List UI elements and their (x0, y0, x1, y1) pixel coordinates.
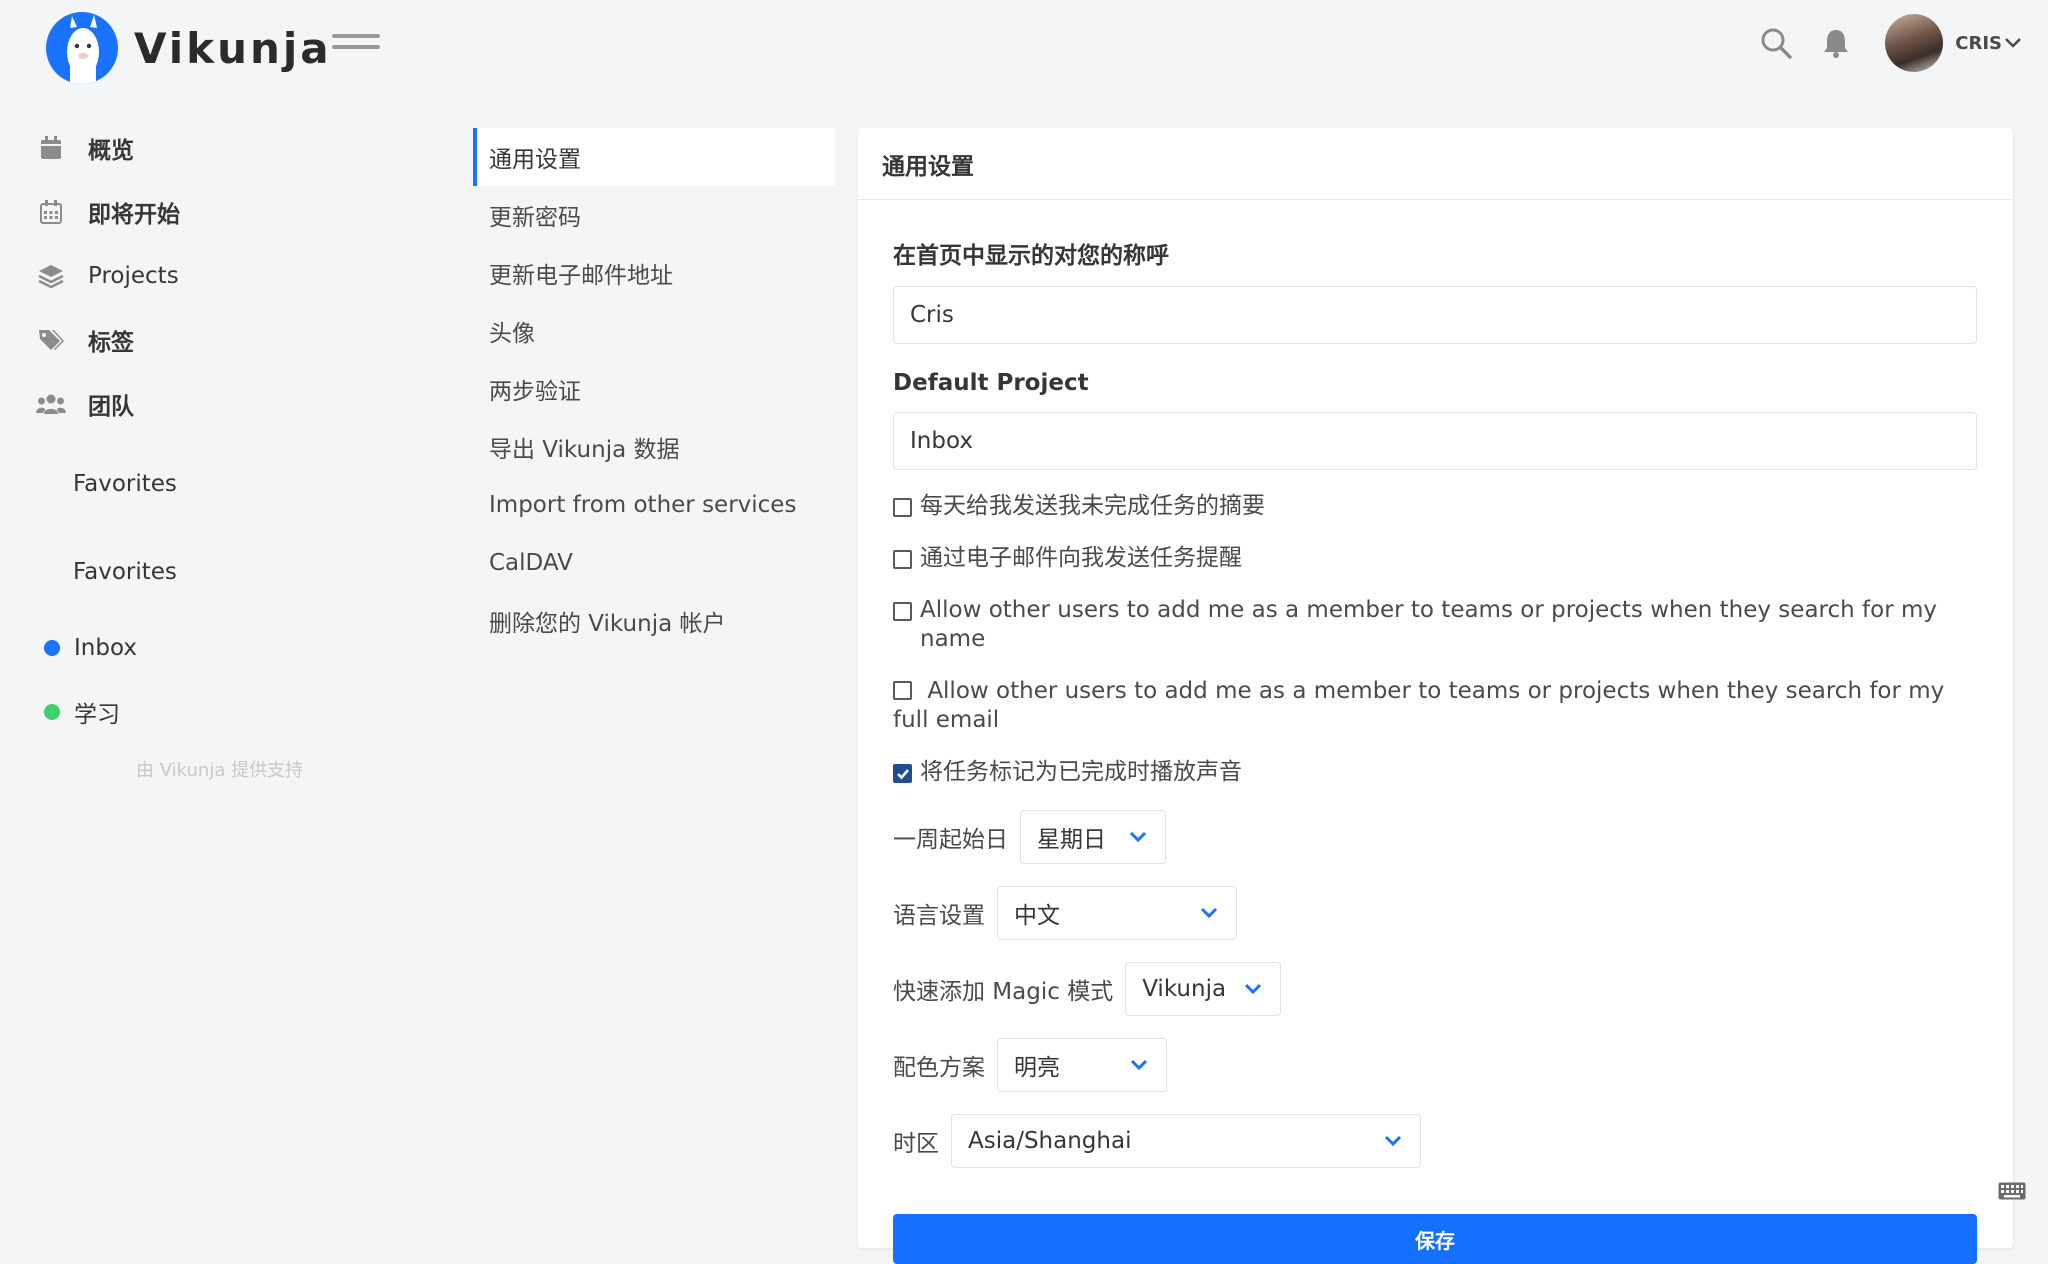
chevron-down-icon (1129, 831, 1147, 843)
header-actions: CRIS (1759, 14, 2022, 72)
project-label: Inbox (74, 635, 137, 661)
checkbox-daily-summary[interactable]: 每天给我发送我未完成任务的摘要 (893, 492, 1978, 521)
settings-nav-export[interactable]: 导出 Vikunja 数据 (473, 418, 835, 476)
bell-icon[interactable] (1819, 26, 1853, 60)
color-scheme-select[interactable]: 明亮 (997, 1038, 1167, 1092)
color-scheme-label: 配色方案 (893, 1055, 985, 1081)
display-name-label: 在首页中显示的对您的称呼 (893, 243, 1169, 269)
color-scheme-row: 配色方案 明亮 (893, 1038, 1978, 1092)
favorites-label: Favorites (73, 471, 177, 497)
project-item-inbox[interactable]: Inbox (36, 616, 416, 680)
checkbox-email-reminders[interactable]: 通过电子邮件向我发送任务提醒 (893, 544, 1978, 573)
search-icon[interactable] (1759, 26, 1793, 60)
checkbox-label: 每天给我发送我未完成任务的摘要 (920, 493, 1265, 519)
sidebar-item-label: 概览 (88, 138, 134, 164)
settings-nav: 通用设置 更新密码 更新电子邮件地址 头像 两步验证 导出 Vikunja 数据… (473, 128, 835, 650)
calendar-icon (36, 133, 66, 163)
sidebar-item-label: 团队 (88, 394, 134, 420)
settings-nav-password[interactable]: 更新密码 (473, 186, 835, 244)
default-project-label: Default Project (893, 370, 1089, 396)
checkbox-label: 将任务标记为已完成时播放声音 (920, 759, 1242, 785)
checkbox[interactable] (893, 764, 912, 783)
select-value: 中文 (1014, 903, 1060, 929)
tags-icon (36, 325, 66, 355)
top-bar: Vikunja CRIS (0, 0, 2048, 92)
settings-nav-import[interactable]: Import from other services (473, 476, 835, 534)
chevron-down-icon (1245, 983, 1262, 995)
project-color-dot (44, 640, 60, 656)
checkbox-discoverable-by-name[interactable]: Allow other users to add me as a member … (893, 596, 1978, 654)
quick-add-label: 快速添加 Magic 模式 (893, 979, 1114, 1005)
default-project-input[interactable] (893, 412, 1977, 470)
select-value: Asia/Shanghai (968, 1128, 1132, 1154)
layers-icon (36, 261, 66, 291)
favorites-project[interactable]: Favorites (36, 528, 416, 616)
menu-toggle-icon[interactable] (332, 34, 380, 56)
sidebar-item-label: 即将开始 (88, 202, 180, 228)
select-value: 明亮 (1014, 1055, 1060, 1081)
checkbox[interactable] (893, 681, 912, 700)
quick-add-row: 快速添加 Magic 模式 Vikunja (893, 962, 1978, 1016)
language-row: 语言设置 中文 (893, 886, 1978, 940)
timezone-row: 时区 Asia/Shanghai (893, 1114, 1978, 1168)
sidebar-item-labels[interactable]: 标签 (36, 308, 416, 372)
language-label: 语言设置 (893, 903, 985, 929)
sidebar-item-label: Projects (88, 263, 179, 289)
users-icon (36, 389, 66, 419)
language-select[interactable]: 中文 (997, 886, 1237, 940)
timezone-select[interactable]: Asia/Shanghai (951, 1114, 1421, 1168)
checkbox[interactable] (893, 498, 912, 517)
sidebar-item-upcoming[interactable]: 即将开始 (36, 180, 416, 244)
checkbox-label: Allow other users to add me as a member … (893, 678, 1945, 733)
chevron-down-icon (1384, 1135, 1402, 1147)
timezone-label: 时区 (893, 1131, 939, 1157)
settings-nav-delete-account[interactable]: 删除您的 Vikunja 帐户 (473, 592, 835, 650)
logo[interactable]: Vikunja (46, 12, 332, 84)
chevron-down-icon (2005, 38, 2021, 48)
card-title: 通用设置 (858, 128, 2013, 200)
user-name: CRIS (1955, 32, 2002, 54)
sidebar-item-label: 标签 (88, 330, 134, 356)
llama-logo-icon (46, 12, 118, 84)
avatar[interactable] (1885, 14, 1944, 72)
week-start-label: 一周起始日 (893, 827, 1008, 853)
sidebar-item-overview[interactable]: 概览 (36, 116, 416, 180)
select-value: 星期日 (1037, 827, 1106, 853)
card-body: 在首页中显示的对您的称呼 Default Project 每天给我发送我未完成任… (858, 200, 2013, 1264)
project-color-dot (44, 704, 60, 720)
favorites-section[interactable]: Favorites (36, 440, 416, 528)
quick-add-select[interactable]: Vikunja (1125, 962, 1282, 1016)
checkbox[interactable] (893, 550, 912, 569)
sidebar-item-teams[interactable]: 团队 (36, 372, 416, 436)
chevron-down-icon (1130, 1059, 1148, 1071)
sidebar-item-projects[interactable]: Projects (36, 244, 416, 308)
settings-nav-avatar[interactable]: 头像 (473, 302, 835, 360)
powered-by: 由 Vikunja 提供支持 (136, 760, 304, 781)
settings-nav-general[interactable]: 通用设置 (473, 128, 835, 186)
display-name-input[interactable] (893, 286, 1977, 344)
settings-nav-two-factor[interactable]: 两步验证 (473, 360, 835, 418)
chevron-down-icon (1200, 907, 1218, 919)
sidebar: 概览 即将开始 Projects 标签 团队 Favorites Favorit… (36, 116, 416, 782)
calendar-grid-icon (36, 197, 66, 227)
settings-nav-caldav[interactable]: CalDAV (473, 534, 835, 592)
checkbox-label: 通过电子邮件向我发送任务提醒 (920, 545, 1242, 571)
project-item-study[interactable]: 学习 (36, 680, 416, 744)
general-settings-card: 通用设置 在首页中显示的对您的称呼 Default Project 每天给我发送… (858, 128, 2013, 1264)
keyboard-icon[interactable] (1998, 1182, 2026, 1200)
checkbox-label: Allow other users to add me as a member … (920, 597, 1937, 652)
check-icon (896, 768, 909, 779)
save-button[interactable]: 保存 (893, 1214, 1977, 1264)
week-start-row: 一周起始日 星期日 (893, 810, 1978, 864)
checkbox-discoverable-by-email[interactable]: Allow other users to add me as a member … (893, 677, 1978, 735)
select-value: Vikunja (1142, 976, 1227, 1002)
settings-nav-email[interactable]: 更新电子邮件地址 (473, 244, 835, 302)
checkbox[interactable] (893, 602, 912, 621)
user-menu[interactable]: CRIS (1955, 33, 2022, 54)
week-start-select[interactable]: 星期日 (1020, 810, 1166, 864)
favorites-label: Favorites (73, 559, 177, 585)
checkbox-play-sound[interactable]: 将任务标记为已完成时播放声音 (893, 758, 1978, 787)
project-label: 学习 (74, 702, 120, 728)
app-name: Vikunja (134, 23, 332, 73)
